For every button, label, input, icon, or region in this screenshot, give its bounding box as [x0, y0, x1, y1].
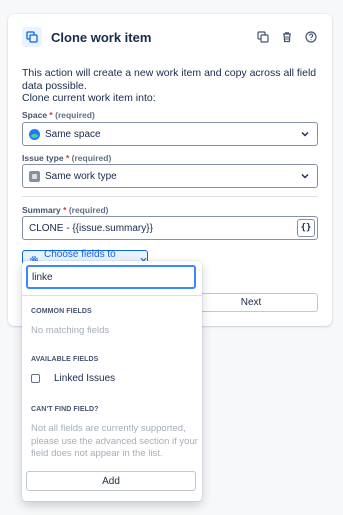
- field-search[interactable]: [26, 265, 196, 289]
- required-mark: *: [49, 110, 53, 120]
- card-title: Clone work item: [51, 29, 152, 45]
- help-icon[interactable]: [302, 28, 320, 46]
- chevron-down-icon: [301, 173, 309, 179]
- required-text: (required): [55, 110, 95, 120]
- clone-icon: [22, 27, 42, 47]
- trash-icon[interactable]: [278, 28, 296, 46]
- required-text: (required): [71, 153, 112, 163]
- checkbox[interactable]: [31, 374, 40, 383]
- space-value: Same space: [45, 128, 101, 140]
- space-select[interactable]: Same space: [22, 122, 318, 146]
- required-mark: *: [63, 205, 67, 215]
- summary-value[interactable]: CLONE - {{issue.summary}}: [29, 223, 297, 234]
- description-text: This action will create a new work item …: [22, 67, 317, 92]
- required-mark: *: [65, 153, 70, 163]
- space-label: Space * (required): [22, 110, 95, 120]
- summary-label: Summary * (required): [22, 205, 109, 215]
- available-fields-heading: AVAILABLE FIELDS: [31, 356, 99, 363]
- cant-find-text: Not all fields are currently supported, …: [31, 423, 198, 459]
- cant-find-heading: CAN'T FIND FIELD?: [31, 406, 99, 413]
- no-matching-fields: No matching fields: [31, 325, 110, 336]
- field-search-input[interactable]: [32, 271, 194, 283]
- description-prompt: Clone current work item into:: [22, 92, 156, 104]
- issue-type-select[interactable]: Same work type: [22, 164, 318, 188]
- list-item-label: Linked Issues: [54, 373, 116, 384]
- issue-type-label: Issue type * (required): [22, 153, 112, 163]
- common-fields-heading: COMMON FIELDS: [31, 308, 92, 315]
- description: This action will create a new work item …: [22, 67, 322, 105]
- smart-value-button[interactable]: {}: [297, 219, 315, 237]
- required-text: (required): [68, 205, 109, 215]
- duplicate-icon[interactable]: [254, 28, 272, 46]
- chevron-down-icon: [301, 131, 309, 137]
- divider: [22, 295, 202, 296]
- divider: [22, 196, 318, 197]
- next-button[interactable]: Next: [184, 293, 318, 312]
- globe-icon: [29, 128, 40, 140]
- issue-type-value: Same work type: [45, 170, 117, 182]
- card-header: Clone work item: [22, 26, 320, 48]
- choose-fields-dropdown: COMMON FIELDS No matching fields AVAILAB…: [22, 261, 202, 501]
- summary-input[interactable]: CLONE - {{issue.summary}} {}: [22, 216, 318, 240]
- add-button[interactable]: Add: [26, 471, 196, 491]
- work-type-icon: [29, 170, 40, 182]
- list-item[interactable]: Linked Issues: [31, 373, 115, 384]
